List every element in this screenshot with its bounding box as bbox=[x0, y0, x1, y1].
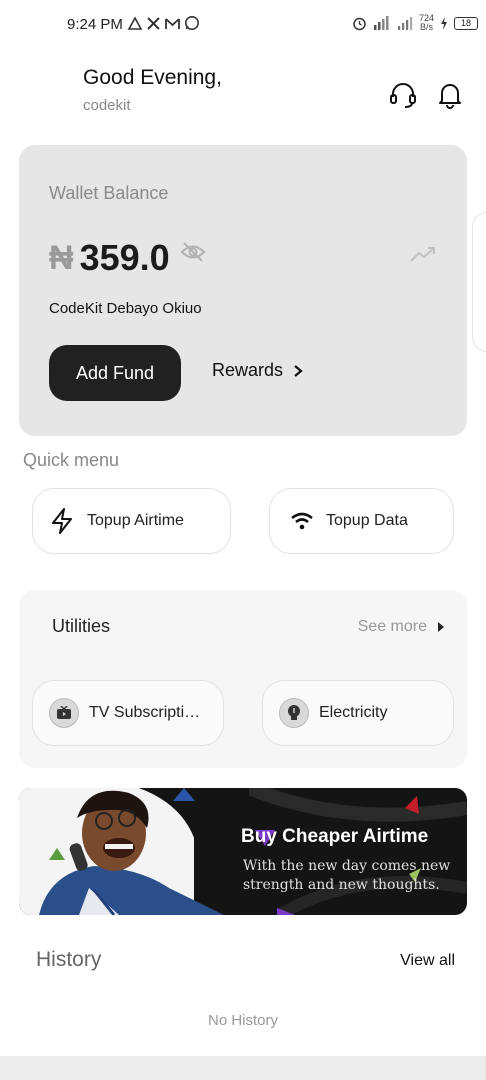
battery-icon: 18 bbox=[454, 16, 478, 30]
see-more-link[interactable]: See more bbox=[358, 618, 445, 636]
triangle-app-icon bbox=[127, 15, 143, 30]
support-headset-icon[interactable] bbox=[388, 80, 418, 110]
view-all-link[interactable]: View all bbox=[400, 952, 455, 970]
next-card-peek[interactable] bbox=[472, 212, 486, 352]
banner-subtitle: With the new day comes new strength and … bbox=[243, 858, 451, 893]
greeting-text: Good Evening, bbox=[83, 66, 222, 89]
status-time: 9:24 PM bbox=[67, 16, 123, 33]
utilities-card: Utilities See more TV Subscripti… Electr… bbox=[19, 590, 467, 768]
topup-data-button[interactable]: Topup Data bbox=[269, 488, 454, 554]
promo-person-illustration bbox=[19, 788, 467, 915]
history-title: History bbox=[36, 948, 102, 971]
tv-subscription-button[interactable]: TV Subscripti… bbox=[32, 680, 224, 746]
x-app-icon bbox=[147, 16, 160, 30]
signal-icon bbox=[373, 16, 389, 30]
lightning-icon bbox=[52, 508, 72, 534]
topup-airtime-label: Topup Airtime bbox=[87, 512, 184, 529]
banner-title: Buy Cheaper Airtime bbox=[241, 826, 429, 847]
alarm-icon bbox=[353, 17, 366, 30]
notification-bell-icon[interactable] bbox=[435, 80, 465, 110]
topup-airtime-button[interactable]: Topup Airtime bbox=[32, 488, 231, 554]
topup-data-label: Topup Data bbox=[326, 512, 408, 529]
net-speed: 724 B/s bbox=[418, 13, 434, 32]
rewards-link[interactable]: Rewards bbox=[212, 360, 303, 381]
status-bar: 9:24 PM 724 B/s 18 bbox=[0, 0, 486, 50]
charging-icon bbox=[441, 16, 447, 30]
empty-history-text: No History bbox=[207, 1012, 278, 1029]
bulb-icon bbox=[279, 698, 309, 728]
wallet-balance-label: Wallet Balance bbox=[49, 183, 169, 203]
utilities-title: Utilities bbox=[52, 616, 111, 636]
username-text: codekit bbox=[83, 97, 131, 114]
gmail-icon bbox=[165, 17, 180, 29]
wifi-icon bbox=[291, 512, 313, 530]
promo-banner[interactable]: Buy Cheaper Airtime With the new day com… bbox=[19, 788, 467, 915]
signal-icon-2 bbox=[397, 17, 413, 30]
whatsapp-icon bbox=[185, 16, 199, 30]
balance-amount: 359.0 bbox=[79, 237, 170, 278]
trend-up-icon bbox=[410, 247, 435, 262]
see-more-label: See more bbox=[357, 618, 427, 635]
quick-menu-label: Quick menu bbox=[23, 450, 120, 470]
rewards-label: Rewards bbox=[212, 360, 284, 380]
currency-symbol: ₦ bbox=[49, 238, 74, 277]
account-holder-name: CodeKit Debayo Okiuo bbox=[49, 300, 202, 317]
caret-right-icon bbox=[438, 622, 444, 632]
electricity-label: Electricity bbox=[319, 704, 388, 721]
wallet-balance: ₦ 359.0 bbox=[49, 237, 206, 279]
hide-balance-icon[interactable] bbox=[180, 241, 206, 263]
tv-icon bbox=[49, 698, 79, 728]
system-icons: 724 B/s 18 bbox=[352, 14, 478, 32]
bottom-strip bbox=[0, 1056, 486, 1080]
add-fund-button[interactable]: Add Fund bbox=[49, 345, 181, 401]
wallet-card: Wallet Balance ₦ 359.0 CodeKit Debayo Ok… bbox=[19, 145, 467, 436]
electricity-button[interactable]: Electricity bbox=[262, 680, 454, 746]
tv-subscription-label: TV Subscripti… bbox=[89, 704, 201, 721]
notification-icons bbox=[127, 15, 200, 31]
chevron-right-icon bbox=[294, 364, 303, 377]
